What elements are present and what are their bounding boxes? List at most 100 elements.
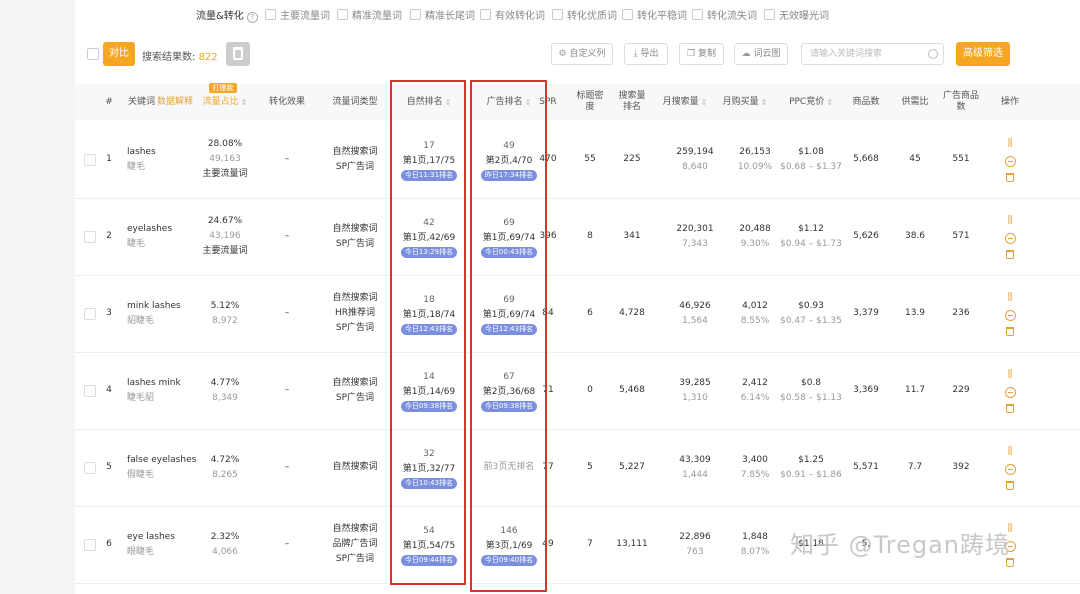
keyword-text[interactable]: lashes [127, 145, 156, 160]
filter-option-label: 主要流量词 [280, 11, 330, 22]
col-ad-rank[interactable]: 广告排名 ⇕ [473, 84, 545, 120]
table-row[interactable]: 5 false eyelashes 假睫毛 4.72% 8,265 – 自然搜索… [75, 429, 1080, 507]
filter-option-invalid-exposure[interactable]: 无效曝光词 [764, 7, 829, 22]
col-spr[interactable]: SPR [537, 84, 559, 120]
chart-icon[interactable]: ⫼ [1008, 138, 1013, 150]
filter-option-stable-conv[interactable]: 转化平稳词 [622, 7, 687, 22]
ad-rank-page: 第1页,69/74 [482, 309, 536, 320]
supply-demand-cell: 11.7 [904, 385, 926, 395]
minus-circle-icon[interactable] [1004, 155, 1016, 167]
row-checkbox[interactable] [84, 154, 96, 166]
trash-icon[interactable] [1006, 249, 1014, 259]
minus-circle-icon[interactable] [1004, 309, 1016, 321]
supply-demand-cell: 45 [909, 154, 921, 164]
table-row[interactable]: 2 eyelashes 睫毛 24.67% 43,196 主要流量词 – 自然搜… [75, 198, 1080, 276]
trash-icon[interactable] [1006, 480, 1014, 490]
col-supply-demand[interactable]: 供需比 [895, 84, 935, 120]
table-row[interactable]: 1 lashes 睫毛 28.08% 49,163 主要流量词 – 自然搜索词 S… [75, 121, 1080, 199]
table-row[interactable]: 4 lashes mink 睫毛貂 4.77% 8,349 – 自然搜索词 SP广… [75, 352, 1080, 430]
checkbox-icon[interactable] [692, 9, 703, 20]
checkbox-icon[interactable] [410, 9, 421, 20]
advanced-filter-button[interactable]: 高级筛选 [956, 42, 1010, 66]
sort-icon[interactable]: ⇕ [761, 97, 768, 108]
keyword-text[interactable]: false eyelashes [127, 453, 196, 468]
ad-rank-cell: 67 第2页,36/68 今日09:38排名 [473, 352, 545, 429]
copy-button[interactable]: ❐ 复制 [679, 43, 724, 65]
result-count-value: 822 [198, 52, 218, 63]
col-monthly-search[interactable]: 月搜索量 ⇕ [661, 84, 709, 120]
trash-icon[interactable] [1006, 403, 1014, 413]
keyword-text[interactable]: lashes mink [127, 376, 181, 391]
col-product-count[interactable]: 商品数 [846, 84, 886, 120]
flow-share-sub: 4,066 [212, 546, 238, 557]
sort-icon[interactable]: ⇕ [525, 97, 532, 108]
col-ppc[interactable]: PPC竞价 ⇕ [781, 84, 841, 120]
custom-columns-button[interactable]: ⚙ 自定义列 [551, 43, 613, 65]
flow-share: 4.77% [210, 377, 240, 388]
ppc-range: $0.47 – $1.35 [780, 315, 842, 326]
checkbox-icon[interactable] [265, 9, 276, 20]
sort-icon[interactable]: ⇕ [826, 97, 833, 108]
row-checkbox[interactable] [84, 462, 96, 474]
row-actions: ⫼ [1004, 352, 1016, 429]
row-checkbox[interactable] [84, 539, 96, 551]
word-cloud-button[interactable]: ☁ 词云图 [734, 43, 788, 65]
checkbox-icon[interactable] [552, 9, 563, 20]
minus-circle-icon[interactable] [1004, 232, 1016, 244]
flow-share-tag: 主要流量词 [202, 246, 248, 256]
col-monthly-buy[interactable]: 月购买量 ⇕ [721, 84, 769, 120]
row-num: 1 [106, 154, 112, 164]
keyword-text[interactable]: eye lashes [127, 530, 175, 545]
help-icon[interactable]: ? [246, 12, 258, 23]
sort-icon[interactable]: ⇕ [241, 97, 248, 108]
chart-icon[interactable]: ⫼ [1008, 369, 1013, 381]
export-button[interactable]: ⤓ 导出 [624, 43, 668, 65]
keyword-text[interactable]: eyelashes [127, 222, 172, 237]
chart-icon[interactable]: ⫼ [1008, 292, 1013, 304]
flow-share-sub: 49,163 [209, 154, 241, 164]
select-all-checkbox[interactable] [87, 48, 99, 60]
sort-icon[interactable]: ⇕ [445, 97, 452, 108]
ad-rank-value: 69 [503, 294, 515, 305]
compare-button[interactable]: 对比 [103, 42, 135, 66]
chart-icon[interactable]: ⫼ [1008, 446, 1013, 458]
keyword-search-input[interactable]: 请输入关键词搜索 [801, 43, 944, 65]
checkbox-icon[interactable] [480, 9, 491, 20]
col-flow-share-label: 流量占比 [202, 96, 239, 107]
minus-circle-icon[interactable] [1004, 386, 1016, 398]
checkbox-icon[interactable] [337, 9, 348, 20]
title-density-cell: 8 [587, 231, 593, 241]
filter-option-quality-conv[interactable]: 转化优质词 [552, 7, 617, 22]
row-checkbox[interactable] [84, 385, 96, 397]
filter-option-precise-traffic[interactable]: 精准流量词 [337, 7, 402, 22]
minus-circle-icon[interactable] [1004, 463, 1016, 475]
organic-rank-time-badge: 今日10:43排名 [400, 477, 458, 489]
checkbox-icon[interactable] [622, 9, 633, 20]
col-search-rank[interactable]: 搜索量排名 [615, 84, 649, 120]
traffic-type: HR推荐词 [334, 308, 376, 318]
filter-option-effective-conv[interactable]: 有效转化词 [480, 7, 545, 22]
traffic-type-cell: 自然搜索词 HR推荐词 SP广告词 [325, 275, 385, 352]
col-title-density[interactable]: 标题密度 [573, 84, 607, 120]
row-checkbox[interactable] [84, 308, 96, 320]
data-explain-link[interactable]: 数据解释 [157, 97, 193, 108]
col-keyword: 关键词 数据解释 [123, 84, 198, 120]
table-row[interactable]: 3 mink lashes 貂睫毛 5.12% 8,972 – 自然搜索词 HR推… [75, 275, 1080, 353]
filter-option-lost-conv[interactable]: 转化流失词 [692, 7, 757, 22]
filter-option-main-traffic[interactable]: 主要流量词 [265, 7, 330, 22]
chart-icon[interactable]: ⫼ [1008, 215, 1013, 227]
col-organic-rank[interactable]: 自然排名 ⇕ [393, 84, 465, 120]
trash-icon[interactable] [1006, 326, 1014, 336]
keyword-translation: 睫毛 [127, 238, 146, 249]
search-icon[interactable] [928, 49, 938, 59]
sort-icon[interactable]: ⇕ [701, 97, 708, 108]
ad-rank-cell: 69 第1页,69/74 今日12:43排名 [473, 275, 545, 352]
row-checkbox[interactable] [84, 231, 96, 243]
filter-option-long-tail[interactable]: 精准长尾词 [410, 7, 475, 22]
col-ad-products[interactable]: 广告商品数 [941, 84, 981, 120]
keyword-text[interactable]: mink lashes [127, 299, 181, 314]
trash-icon[interactable] [1006, 172, 1014, 182]
checkbox-icon[interactable] [764, 9, 775, 20]
delete-button[interactable] [226, 42, 250, 66]
monthly-buy: 1,848 [742, 531, 768, 542]
